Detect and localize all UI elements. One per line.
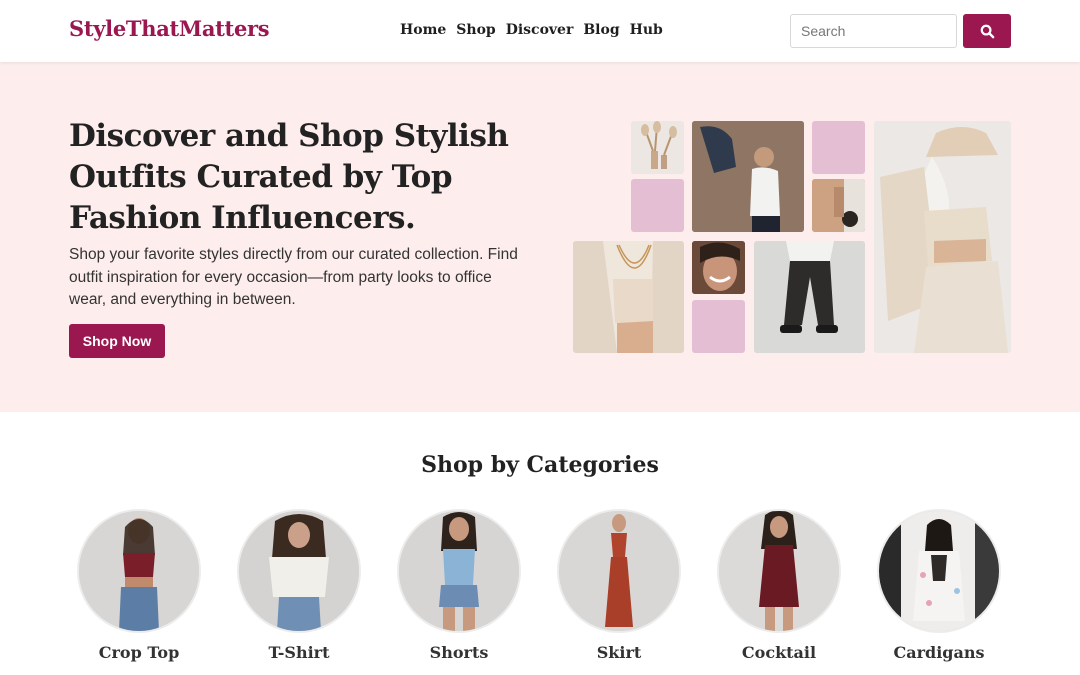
category-label[interactable]: Skirt [557,643,681,662]
hero-subtitle: Shop your favorite styles directly from … [69,246,518,308]
search-button[interactable] [963,14,1011,48]
collage-image-bucket-hat [874,121,1011,353]
category-t-shirt[interactable]: T-Shirt [237,509,361,662]
category-image[interactable] [237,509,361,633]
category-image[interactable] [877,509,1001,633]
category-label[interactable]: Cardigans [877,643,1001,662]
site-header: StyleThatMatters Home Shop Discover Blog… [0,0,1080,62]
hero-title: Discover and Shop Stylish Outfits Curate… [69,118,509,236]
category-label[interactable]: Cocktail [717,643,841,662]
category-cocktail[interactable]: Cocktail [717,509,841,662]
collage-image-trousers [754,241,865,353]
category-label[interactable]: Shorts [397,643,521,662]
collage-image-blazer-necklace [573,241,684,353]
nav-home[interactable]: Home [400,22,446,38]
category-skirt[interactable]: Skirt [557,509,681,662]
category-crop-top[interactable]: Crop Top [77,509,201,662]
nav-discover[interactable]: Discover [506,22,574,38]
category-label[interactable]: T-Shirt [237,643,361,662]
category-image[interactable] [557,509,681,633]
main-nav: Home Shop Discover Blog Hub [400,22,673,38]
categories-title: Shop by Categories [421,452,659,478]
nav-blog[interactable]: Blog [583,22,619,38]
nav-hub[interactable]: Hub [630,22,663,38]
search-input[interactable] [790,14,957,48]
shop-now-button[interactable]: Shop Now [69,324,165,358]
category-image[interactable] [77,509,201,633]
hero-section: Discover and Shop Stylish Outfits Curate… [0,62,1080,412]
search-icon [980,24,994,38]
category-shorts[interactable]: Shorts [397,509,521,662]
collage-pink-tile [692,300,745,353]
collage-image-smiling-face [692,241,745,294]
nav-shop[interactable]: Shop [456,22,495,38]
category-image[interactable] [717,509,841,633]
collage-image-hat [812,179,865,232]
category-label[interactable]: Crop Top [77,643,201,662]
collage-pink-tile [812,121,865,174]
collage-image-dried-flowers [631,121,684,174]
category-image[interactable] [397,509,521,633]
site-logo[interactable]: StyleThatMatters [69,16,270,41]
collage-image-man-denim [692,121,804,232]
collage-pink-tile [631,179,684,232]
category-cardigans[interactable]: Cardigans [877,509,1001,662]
